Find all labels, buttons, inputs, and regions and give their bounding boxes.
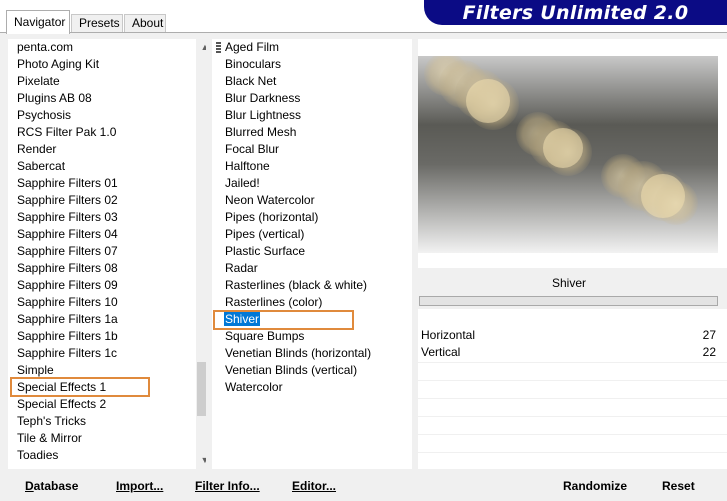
filter-item[interactable]: Pipes (vertical) xyxy=(225,226,304,243)
row-divider xyxy=(418,362,727,363)
import-button-label: Import... xyxy=(116,479,164,493)
param-label: Horizontal xyxy=(421,328,476,342)
randomize-button[interactable]: Randomize xyxy=(563,479,627,493)
current-filter-title: Shiver xyxy=(418,272,720,294)
editor-button-label: Editor... xyxy=(292,479,337,493)
filter-info-button-label: Filter Info... xyxy=(195,479,260,493)
category-item[interactable]: Sabercat xyxy=(17,158,65,175)
row-divider xyxy=(418,398,727,399)
tab-about[interactable]: About xyxy=(124,14,166,33)
category-item[interactable]: Special Effects 2 xyxy=(17,396,106,413)
row-divider xyxy=(418,380,727,381)
filter-item[interactable]: Binoculars xyxy=(225,56,281,73)
filter-item[interactable]: Rasterlines (color) xyxy=(225,294,322,311)
category-scrollbar[interactable]: ▲ ▼ xyxy=(196,39,206,469)
category-item[interactable]: penta.com xyxy=(17,39,73,56)
filter-item[interactable]: Jailed! xyxy=(225,175,260,192)
category-item[interactable]: Sapphire Filters 08 xyxy=(17,260,118,277)
app-banner: Filters Unlimited 2.0 xyxy=(424,0,727,25)
category-item[interactable]: Psychosis xyxy=(17,107,71,124)
category-item[interactable]: Render xyxy=(17,141,56,158)
category-item[interactable]: Sapphire Filters 03 xyxy=(17,209,118,226)
category-item[interactable]: Sapphire Filters 09 xyxy=(17,277,118,294)
tab-navigator[interactable]: Navigator xyxy=(6,10,70,34)
chevron-up-icon[interactable]: ▲ xyxy=(196,39,206,56)
category-item[interactable]: Pixelate xyxy=(17,73,60,90)
database-button-label: atabase xyxy=(33,479,79,493)
category-item[interactable]: Sapphire Filters 10 xyxy=(17,294,118,311)
category-item[interactable]: Sapphire Filters 04 xyxy=(17,226,118,243)
preview-image xyxy=(418,56,718,253)
filter-item[interactable]: Black Net xyxy=(225,73,276,90)
category-item[interactable]: Sapphire Filters 1b xyxy=(17,328,118,345)
category-item[interactable]: Sapphire Filters 01 xyxy=(17,175,118,192)
category-item[interactable]: Toadies xyxy=(17,447,58,464)
category-item[interactable]: Tile & Mirror xyxy=(17,430,82,447)
category-item[interactable]: Teph's Tricks xyxy=(17,413,86,430)
button-bar: Database Import... Filter Info... Editor… xyxy=(0,473,727,501)
category-item[interactable]: Plugins AB 08 xyxy=(17,90,92,107)
database-button[interactable]: Database xyxy=(25,479,78,493)
filter-item[interactable]: Radar xyxy=(225,260,258,277)
banner-title: Filters Unlimited 2.0 xyxy=(462,2,689,24)
scroll-thumb[interactable] xyxy=(197,362,206,416)
editor-button[interactable]: Editor... xyxy=(292,479,336,493)
filter-item[interactable]: Focal Blur xyxy=(225,141,279,158)
filter-item[interactable]: Aged Film xyxy=(225,39,279,56)
category-item[interactable]: Sapphire Filters 07 xyxy=(17,243,118,260)
filter-item[interactable]: Blur Darkness xyxy=(225,90,300,107)
import-button[interactable]: Import... xyxy=(116,479,163,493)
category-item[interactable]: Simple xyxy=(17,362,54,379)
category-item[interactable]: Sapphire Filters 1c xyxy=(17,345,117,362)
filter-item[interactable]: Venetian Blinds (vertical) xyxy=(225,362,357,379)
row-divider xyxy=(418,452,727,453)
param-value[interactable]: 22 xyxy=(703,344,716,361)
preview-pane xyxy=(418,39,727,268)
row-divider xyxy=(418,416,727,417)
reset-button[interactable]: Reset xyxy=(662,479,695,493)
parameter-panel: Horizontal 27 Vertical 22 xyxy=(418,309,727,469)
category-item[interactable]: RCS Filter Pak 1.0 xyxy=(17,124,116,141)
param-label: Vertical xyxy=(421,345,461,359)
filter-item[interactable]: Shiver xyxy=(224,311,261,328)
category-item[interactable]: Special Effects 1 xyxy=(17,379,106,396)
category-item[interactable]: Sapphire Filters 02 xyxy=(17,192,118,209)
filter-item[interactable]: Rasterlines (black & white) xyxy=(225,277,367,294)
param-row-vertical[interactable]: Vertical 22 xyxy=(418,344,727,361)
filter-item-highlight[interactable]: Shiver xyxy=(224,312,261,326)
filter-list[interactable]: Aged Film Binoculars Black Net Blur Darknes… xyxy=(212,39,412,469)
chevron-down-icon[interactable]: ▼ xyxy=(196,452,206,469)
filters-unlimited-window: Navigator Presets About Filters Unlimite… xyxy=(0,0,727,501)
drag-grip-icon[interactable] xyxy=(216,42,221,54)
filter-item[interactable]: Pipes (horizontal) xyxy=(225,209,318,226)
category-list[interactable]: penta.com Photo Aging Kit Pixelate Plugins … xyxy=(8,39,206,469)
filter-item[interactable]: Neon Watercolor xyxy=(225,192,315,209)
filter-item[interactable]: Blurred Mesh xyxy=(225,124,296,141)
filter-item[interactable]: Halftone xyxy=(225,158,270,175)
param-value[interactable]: 27 xyxy=(703,327,716,344)
filter-item[interactable]: Square Bumps xyxy=(225,328,304,345)
param-row-horizontal[interactable]: Horizontal 27 xyxy=(418,327,727,344)
row-divider xyxy=(418,434,727,435)
filter-info-button[interactable]: Filter Info... xyxy=(195,479,260,493)
filter-item[interactable]: Blur Lightness xyxy=(225,107,301,124)
filter-item[interactable]: Plastic Surface xyxy=(225,243,305,260)
tab-presets[interactable]: Presets xyxy=(71,14,123,33)
tab-divider xyxy=(0,32,727,33)
filter-item[interactable]: Venetian Blinds (horizontal) xyxy=(225,345,371,362)
filter-item[interactable]: Watercolor xyxy=(225,379,283,396)
category-item[interactable]: Sapphire Filters 1a xyxy=(17,311,118,328)
database-button-mnemonic: D xyxy=(25,479,34,493)
progress-bar xyxy=(419,296,718,306)
category-item[interactable]: Photo Aging Kit xyxy=(17,56,99,73)
